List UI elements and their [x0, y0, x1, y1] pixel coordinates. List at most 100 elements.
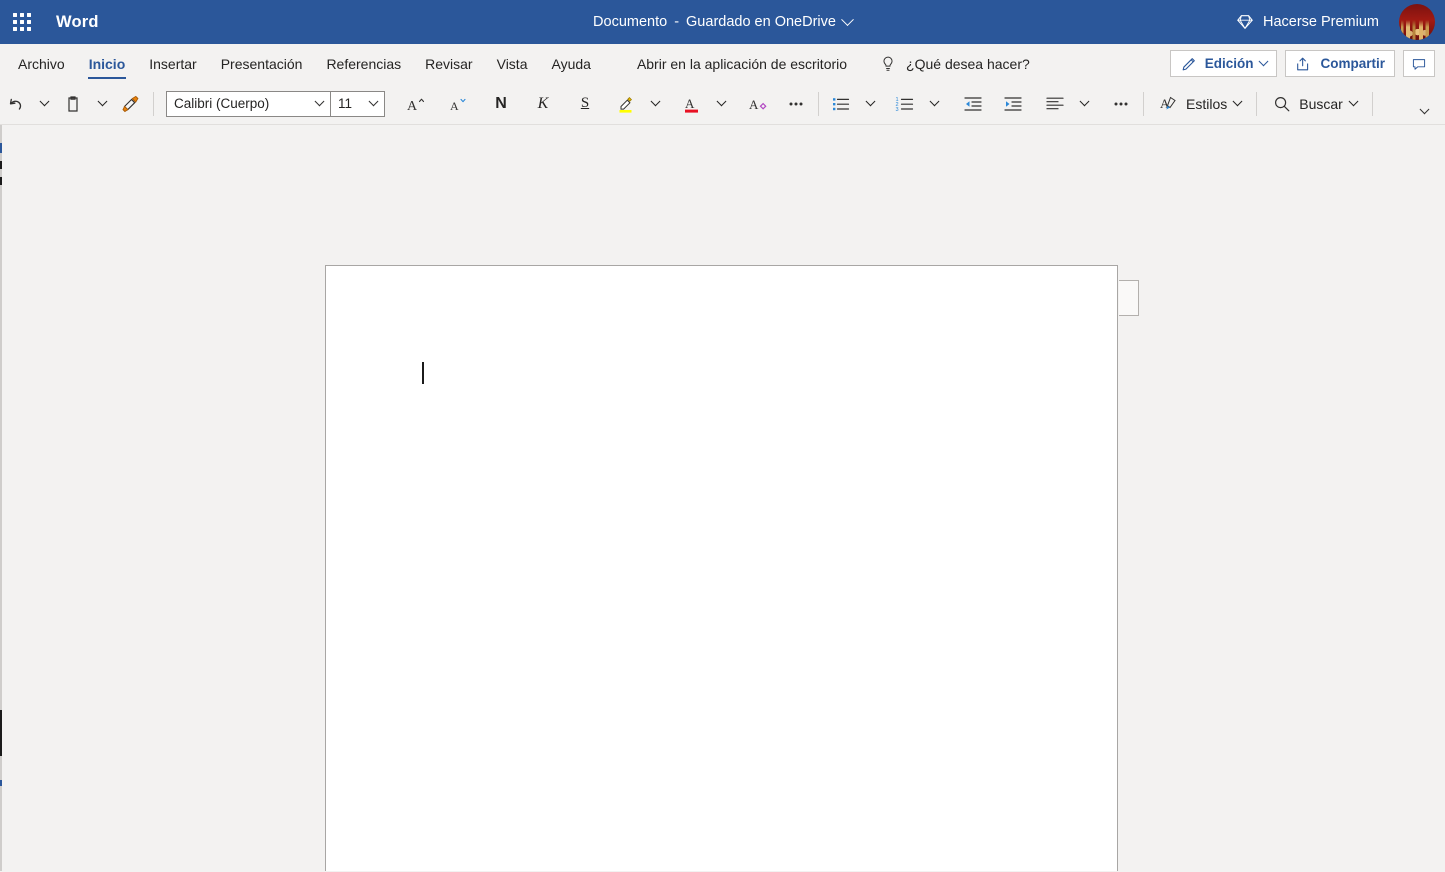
chevron-down-icon [1259, 56, 1269, 67]
styles-label: Estilos [1186, 95, 1228, 112]
highlight-button[interactable] [611, 88, 641, 120]
ribbon-toolbar: Calibri (Cuerpo) 11 A A N K S A A 1 2 3 … [0, 83, 1445, 125]
ribbon-collapse-button[interactable] [1411, 100, 1437, 122]
decrease-indent-icon [964, 96, 982, 111]
align-dropdown-button[interactable] [1070, 88, 1098, 120]
undo-button[interactable] [0, 88, 30, 120]
ribbon-group-clipboard [58, 83, 146, 124]
highlight-icon [619, 96, 632, 113]
comments-button[interactable] [1403, 50, 1435, 77]
pencil-icon [1182, 57, 1195, 70]
tab-vista[interactable]: Vista [485, 44, 540, 83]
editing-mode-button[interactable]: Edición [1169, 50, 1278, 77]
format-painter-button[interactable] [116, 88, 146, 120]
bold-button[interactable]: N [487, 88, 515, 120]
left-rail-marker [0, 161, 2, 169]
bullets-dropdown-button[interactable] [856, 88, 884, 120]
font-more-options-button[interactable] [781, 88, 811, 120]
ribbon-divider [1371, 91, 1373, 116]
left-rail-marker [0, 780, 2, 786]
shrink-font-button[interactable]: A [443, 88, 473, 120]
comments-pane-handle[interactable] [1119, 280, 1139, 316]
tab-label: Insertar [149, 55, 197, 72]
tab-insertar[interactable]: Insertar [137, 44, 208, 83]
font-size-input[interactable]: 11 [331, 92, 362, 116]
grow-font-icon: A [407, 98, 425, 114]
font-size-dropdown-button[interactable] [362, 92, 384, 116]
undo-dropdown-button[interactable] [30, 88, 58, 120]
font-color-icon: A [685, 96, 698, 113]
italic-glyph: K [537, 94, 549, 112]
ribbon-divider [153, 91, 154, 116]
tabbar-actions: Edición Compartir [1169, 44, 1445, 83]
chevron-down-icon [1232, 96, 1243, 107]
increase-indent-button[interactable] [998, 88, 1028, 120]
open-in-desktop-app-button[interactable]: Abrir en la aplicación de escritorio [627, 44, 857, 83]
numbering-icon: 1 2 3 [896, 96, 914, 112]
bullets-button[interactable] [826, 88, 856, 120]
shrink-font-icon: A [450, 98, 466, 113]
tab-label: Referencias [326, 55, 402, 72]
font-name-input[interactable]: Calibri (Cuerpo) [167, 92, 308, 116]
styles-button[interactable]: A Estilos [1151, 88, 1249, 120]
save-status: Guardado en OneDrive [686, 14, 836, 30]
grow-font-button[interactable]: A [401, 88, 431, 120]
font-size-combo[interactable]: 11 [330, 90, 385, 117]
tab-label: Vista [496, 55, 528, 72]
chevron-down-icon [841, 12, 854, 26]
paste-button[interactable] [58, 88, 88, 120]
paragraph-more-options-button[interactable] [1106, 88, 1136, 120]
ribbon-divider [1256, 91, 1258, 116]
italic-button[interactable]: K [529, 88, 557, 120]
increase-indent-icon [1004, 96, 1022, 111]
clear-formatting-button[interactable]: A [743, 88, 773, 120]
chevron-down-icon [97, 96, 107, 107]
highlight-dropdown-button[interactable] [641, 88, 669, 120]
left-rail-marker [0, 177, 2, 185]
align-button[interactable] [1040, 88, 1070, 120]
ellipsis-icon [789, 102, 803, 105]
styles-icon: A [1160, 96, 1176, 111]
tell-me-label: ¿Qué desea hacer? [906, 55, 1030, 72]
share-button[interactable]: Compartir [1285, 50, 1395, 77]
go-premium-button[interactable]: Hacerse Premium [1226, 7, 1389, 37]
tab-ayuda[interactable]: Ayuda [539, 44, 602, 83]
chevron-down-icon [1079, 96, 1089, 107]
chevron-down-icon [1348, 96, 1359, 107]
chevron-down-icon [716, 96, 726, 107]
find-button[interactable]: Buscar [1264, 88, 1365, 120]
avatar[interactable] [1399, 4, 1435, 40]
tab-revisar[interactable]: Revisar [413, 44, 484, 83]
tell-me-search-button[interactable]: ¿Qué desea hacer? [873, 44, 1036, 83]
app-launcher-button[interactable] [0, 0, 44, 44]
chevron-down-icon [650, 96, 660, 107]
app-name: Word [56, 12, 99, 31]
tab-inicio[interactable]: Inicio [77, 44, 138, 83]
ribbon-group-undo [0, 83, 58, 124]
tabbar-spacer [603, 44, 627, 83]
document-page[interactable] [325, 265, 1118, 871]
left-edge-rail [0, 125, 2, 871]
font-name-dropdown-button[interactable] [308, 92, 330, 116]
tab-archivo[interactable]: Archivo [6, 44, 77, 83]
diamond-icon [1237, 15, 1253, 30]
numbering-button[interactable]: 1 2 3 [890, 88, 920, 120]
menu-tab-bar: Archivo Inicio Insertar Presentación Ref… [0, 44, 1445, 83]
open-in-desktop-app-label: Abrir en la aplicación de escritorio [636, 55, 848, 72]
font-color-dropdown-button[interactable] [707, 88, 735, 120]
tab-referencias[interactable]: Referencias [314, 44, 413, 83]
document-title-button[interactable]: Documento - Guardado en OneDrive [585, 10, 860, 34]
font-color-button[interactable]: A [677, 88, 707, 120]
decrease-indent-button[interactable] [958, 88, 988, 120]
tab-label: Revisar [425, 55, 473, 72]
font-name-combo[interactable]: Calibri (Cuerpo) [166, 90, 331, 117]
left-rail-marker [0, 143, 2, 153]
underline-button[interactable]: S [571, 88, 599, 120]
tab-label: Presentación [220, 55, 303, 72]
chevron-down-icon [1419, 103, 1429, 114]
ribbon-divider [1143, 91, 1144, 116]
text-caret [422, 362, 424, 384]
paste-dropdown-button[interactable] [88, 88, 116, 120]
numbering-dropdown-button[interactable] [920, 88, 948, 120]
tab-presentacion[interactable]: Presentación [209, 44, 315, 83]
